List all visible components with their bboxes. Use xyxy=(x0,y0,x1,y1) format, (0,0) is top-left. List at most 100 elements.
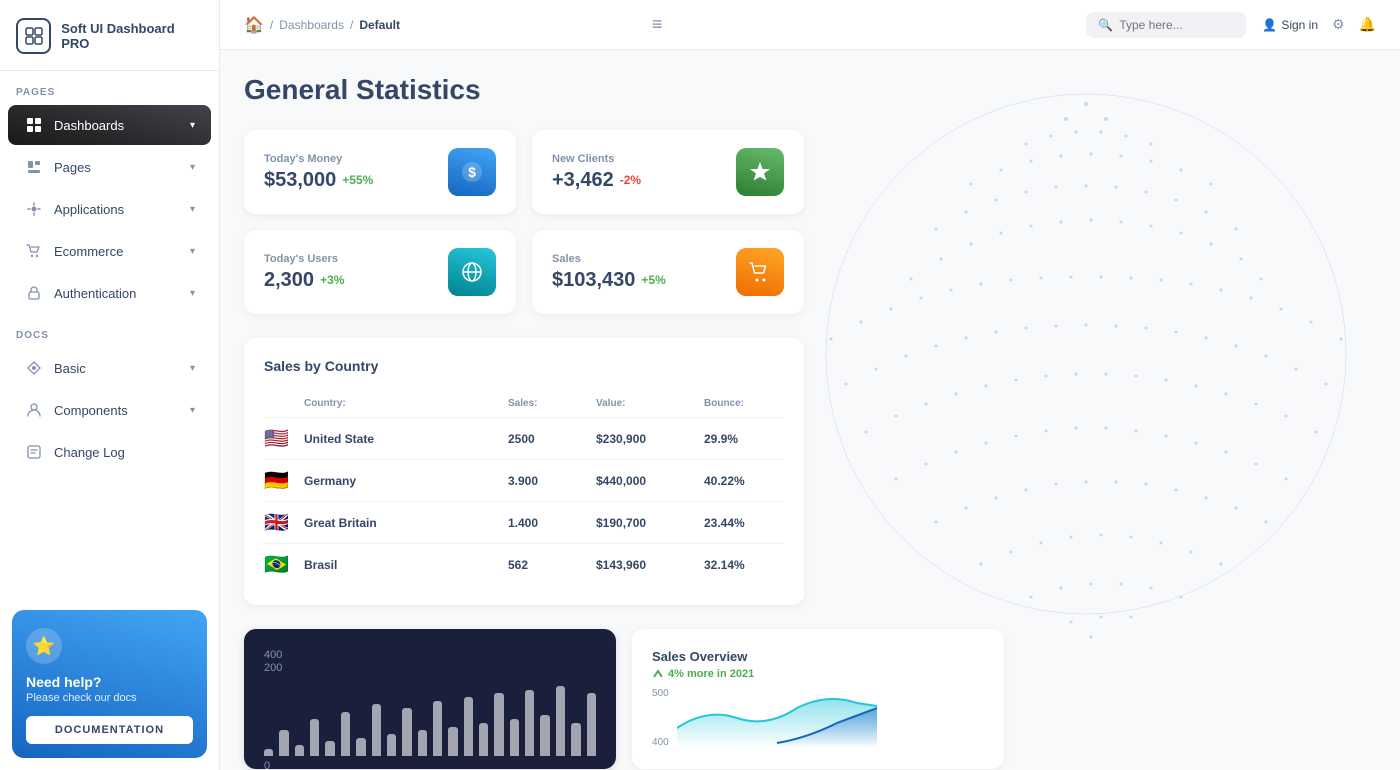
stat-sales-icon xyxy=(736,248,784,296)
app-name: Soft UI Dashboard PRO xyxy=(61,21,203,51)
bar xyxy=(510,719,519,756)
logo-icon xyxy=(16,18,51,54)
stat-users-value: 2,300 xyxy=(264,269,314,292)
bounce-de: 40.22% xyxy=(704,474,784,488)
bar xyxy=(479,723,488,756)
user-icon: 👤 xyxy=(1262,18,1277,32)
stat-sales-value: $103,430 xyxy=(552,269,635,292)
bar xyxy=(525,690,534,756)
stats-row: Today's Money $53,000 +55% $ New Clients xyxy=(244,130,804,314)
stat-money-change: +55% xyxy=(342,173,373,187)
breadcrumb-current: Default xyxy=(359,18,400,32)
bar-chart-y-label-200: 200 xyxy=(264,662,282,674)
stat-card-clients: New Clients +3,462 -2% xyxy=(532,130,804,214)
basic-icon xyxy=(24,358,44,378)
bar xyxy=(556,686,565,756)
applications-icon xyxy=(24,199,44,219)
content-area: General Statistics Today's Money $53,000… xyxy=(220,50,1400,770)
stat-users-icon xyxy=(448,248,496,296)
bar-chart-card: 400 200 0 xyxy=(244,629,616,769)
breadcrumb-dashboards[interactable]: Dashboards xyxy=(279,18,344,32)
flag-de: 🇩🇪 xyxy=(264,468,296,493)
sidebar-item-dashboards[interactable]: Dashboards ▾ xyxy=(8,105,211,145)
bar xyxy=(402,708,411,756)
sidebar-item-pages-label: Pages xyxy=(54,160,180,175)
flag-gb: 🇬🇧 xyxy=(264,510,296,535)
stat-users-label: Today's Users xyxy=(264,253,344,265)
bounce-br: 32.14% xyxy=(704,558,784,572)
sidebar-help-title: Need help? xyxy=(26,674,193,690)
sales-us: 2500 xyxy=(508,432,588,446)
stat-clients-icon xyxy=(736,148,784,196)
globe-decoration xyxy=(796,74,1376,714)
sidebar-help-card: ⭐ Need help? Please check our docs DOCUM… xyxy=(12,610,207,758)
breadcrumb-home-icon[interactable]: 🏠 xyxy=(244,15,264,35)
sales-gb: 1.400 xyxy=(508,516,588,530)
sidebar-logo: Soft UI Dashboard PRO xyxy=(0,0,219,71)
value-de: $440,000 xyxy=(596,474,696,488)
sales-country-header: Country: Sales: Value: Bounce: xyxy=(264,390,784,418)
bar-chart-y-label-400: 400 xyxy=(264,649,282,661)
y-label-400: 400 xyxy=(652,737,669,748)
stat-card-users: Today's Users 2,300 +3% xyxy=(244,230,516,314)
authentication-arrow: ▾ xyxy=(190,288,195,299)
sidebar-item-basic[interactable]: Basic ▾ xyxy=(8,348,211,388)
sales-by-country-card: Sales by Country Country: Sales: Value: … xyxy=(244,338,804,605)
documentation-button[interactable]: DOCUMENTATION xyxy=(26,716,193,744)
charts-row: 400 200 0 Sales Overview xyxy=(244,629,1004,769)
sales-br: 562 xyxy=(508,558,588,572)
stat-sales-change: +5% xyxy=(641,273,665,287)
breadcrumb-sep-2: / xyxy=(350,18,353,32)
sales-overview-card: Sales Overview 4% more in 2021 500 400 xyxy=(632,629,1004,769)
bounce-gb: 23.44% xyxy=(704,516,784,530)
hamburger-icon[interactable]: ≡ xyxy=(644,10,671,39)
country-us: United State xyxy=(304,432,500,446)
sidebar-item-ecommerce-label: Ecommerce xyxy=(54,244,180,259)
search-box: 🔍 xyxy=(1086,12,1246,38)
bar xyxy=(433,701,442,756)
bar xyxy=(264,749,273,756)
col-header-sales: Sales: xyxy=(508,398,588,409)
sales-overview-chart xyxy=(677,688,877,748)
main-content: 🏠 / Dashboards / Default ≡ 🔍 👤 Sign in ⚙… xyxy=(220,0,1400,770)
sidebar-item-applications-label: Applications xyxy=(54,202,180,217)
sidebar-item-applications[interactable]: Applications ▾ xyxy=(8,189,211,229)
signin-button[interactable]: 👤 Sign in xyxy=(1262,18,1318,32)
bar xyxy=(494,693,503,756)
settings-icon[interactable]: ⚙ xyxy=(1332,16,1345,33)
sidebar-item-pages[interactable]: Pages ▾ xyxy=(8,147,211,187)
stat-money-icon: $ xyxy=(448,148,496,196)
sidebar-help-subtitle: Please check our docs xyxy=(26,692,193,704)
sidebar-item-ecommerce[interactable]: Ecommerce ▾ xyxy=(8,231,211,271)
bar xyxy=(464,697,473,756)
docs-section-label: DOCS xyxy=(0,314,219,347)
country-gb: Great Britain xyxy=(304,516,500,530)
ecommerce-arrow: ▾ xyxy=(190,246,195,257)
bar-chart xyxy=(264,676,596,756)
sidebar-item-changelog-label: Change Log xyxy=(54,445,195,460)
search-input[interactable] xyxy=(1119,18,1234,32)
notifications-icon[interactable]: 🔔 xyxy=(1359,16,1376,33)
value-us: $230,900 xyxy=(596,432,696,446)
col-header-country: Country: xyxy=(304,398,500,409)
stat-users-change: +3% xyxy=(320,273,344,287)
country-de: Germany xyxy=(304,474,500,488)
sales-overview-title: Sales Overview xyxy=(652,649,984,664)
sidebar-item-changelog[interactable]: Change Log xyxy=(8,432,211,472)
bar xyxy=(310,719,319,756)
sidebar-item-components[interactable]: Components ▾ xyxy=(8,390,211,430)
value-br: $143,960 xyxy=(596,558,696,572)
sidebar: Soft UI Dashboard PRO PAGES Dashboards ▾… xyxy=(0,0,220,770)
country-br: Brasil xyxy=(304,558,500,572)
search-icon: 🔍 xyxy=(1098,18,1113,32)
bar xyxy=(540,715,549,756)
stat-card-money: Today's Money $53,000 +55% $ xyxy=(244,130,516,214)
sidebar-item-authentication-label: Authentication xyxy=(54,286,180,301)
topbar-actions: 👤 Sign in ⚙ 🔔 xyxy=(1262,16,1376,33)
sidebar-item-authentication[interactable]: Authentication ▾ xyxy=(8,273,211,313)
components-arrow: ▾ xyxy=(190,405,195,416)
bar xyxy=(279,730,288,756)
pages-icon xyxy=(24,157,44,177)
bar xyxy=(341,712,350,756)
bar xyxy=(387,734,396,756)
